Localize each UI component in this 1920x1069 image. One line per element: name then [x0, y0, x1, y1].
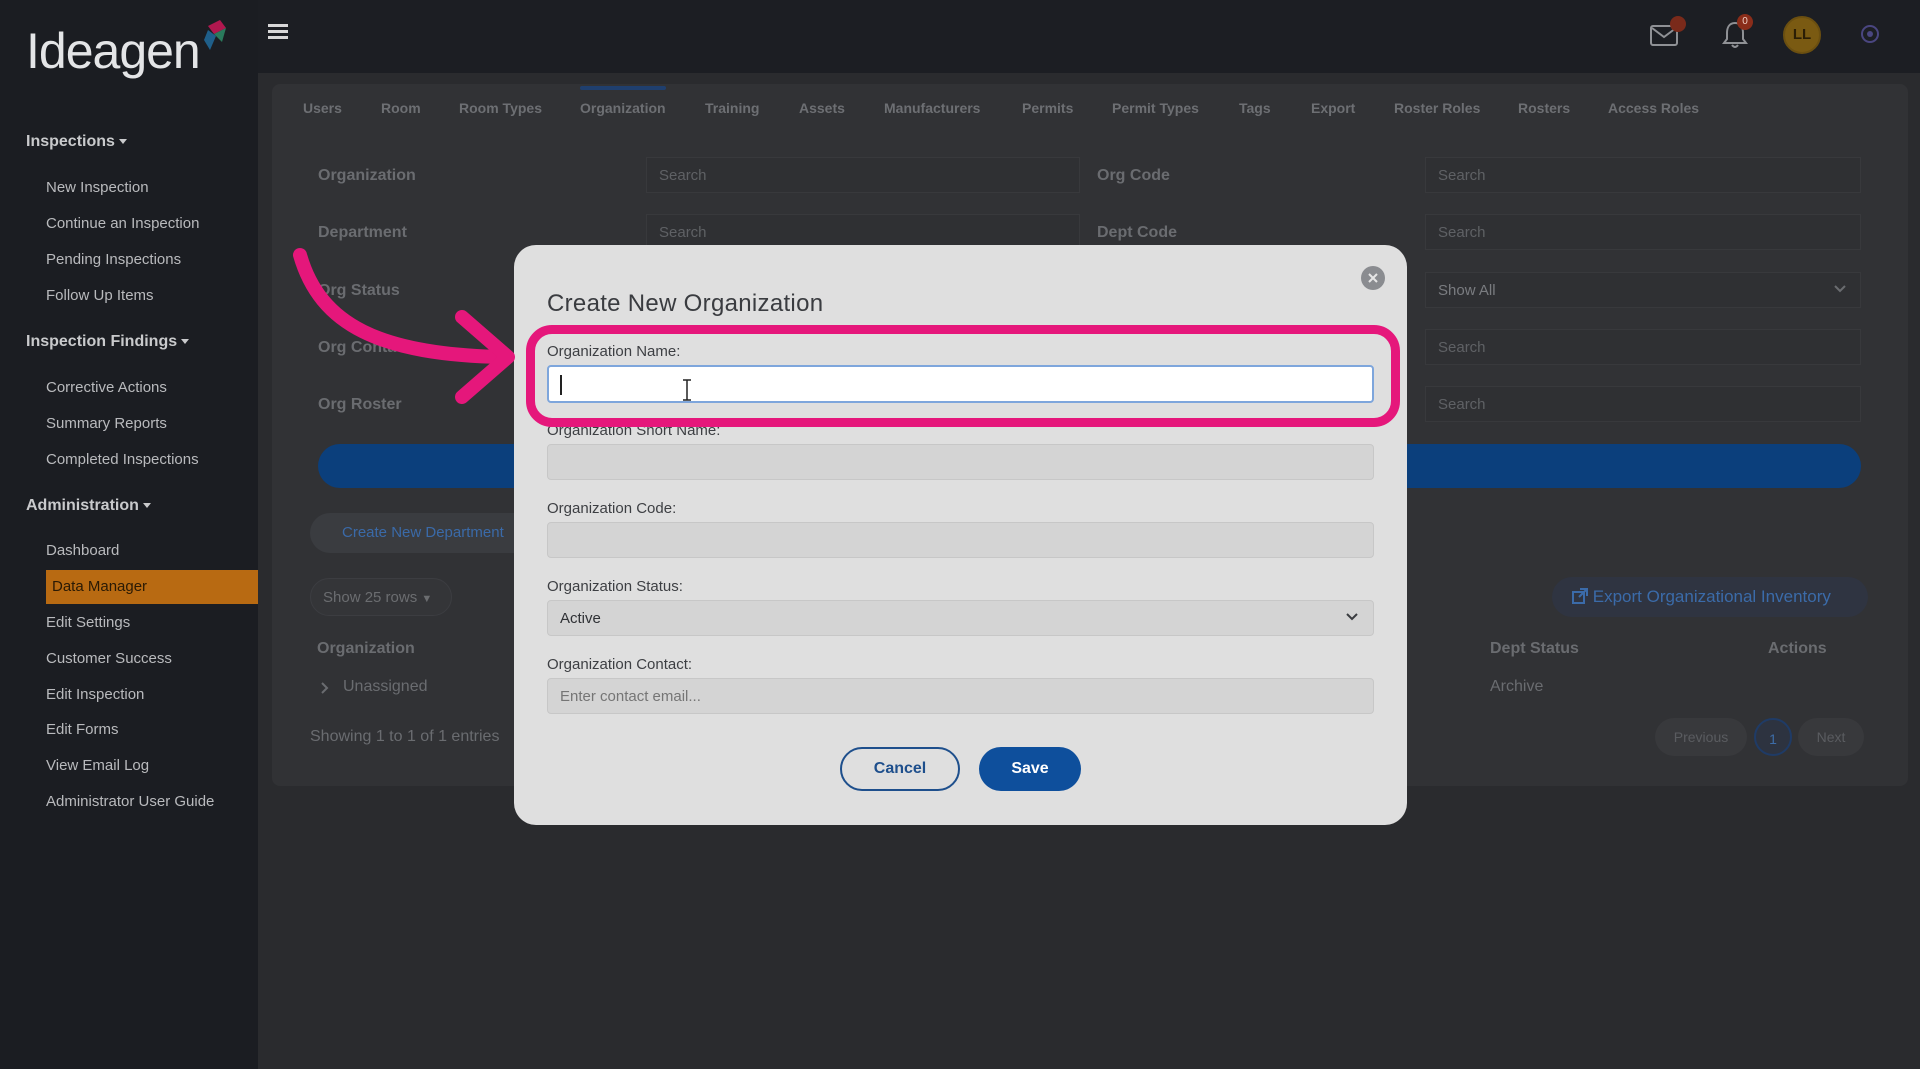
chevron-down-icon — [1346, 613, 1358, 621]
close-icon[interactable] — [1361, 266, 1385, 290]
user-avatar[interactable]: LL — [1783, 16, 1821, 54]
table-cell-dept-status: Archive — [1490, 678, 1544, 695]
sidebar-item-view-email-log[interactable]: View Email Log — [46, 757, 149, 774]
pagination-previous[interactable]: Previous — [1655, 718, 1747, 756]
help-support-icon[interactable] — [1860, 24, 1880, 44]
tab-training[interactable]: Training — [705, 100, 759, 116]
tab-manufacturers[interactable]: Manufacturers — [884, 100, 980, 116]
save-button[interactable]: Save — [979, 747, 1081, 791]
filter-label-organization: Organization — [318, 167, 416, 184]
sidebar-item-completed-inspections[interactable]: Completed Inspections — [46, 451, 199, 468]
tab-assets[interactable]: Assets — [799, 100, 845, 116]
logo: Ideagen — [26, 23, 201, 79]
filter-status-select[interactable]: Show All — [1425, 272, 1861, 308]
org-contact-input[interactable] — [547, 678, 1374, 714]
sidebar-item-edit-inspection[interactable]: Edit Inspection — [46, 686, 144, 703]
column-header-dept-status[interactable]: Dept Status — [1490, 640, 1579, 658]
pagination-next[interactable]: Next — [1798, 718, 1864, 756]
rows-per-page-select[interactable]: Show 25 rows ▼ — [310, 578, 452, 616]
create-new-department-button[interactable]: Create New Department — [310, 513, 536, 553]
sidebar-item-customer-success[interactable]: Customer Success — [46, 650, 172, 667]
sidebar-item-new-inspection[interactable]: New Inspection — [46, 179, 149, 196]
sidebar-section-inspections[interactable]: Inspections — [26, 133, 127, 151]
filter-label-org-code: Org Code — [1097, 167, 1170, 184]
sidebar-section-administration[interactable]: Administration — [26, 497, 151, 515]
filter-org-contact-input[interactable]: Search — [1425, 329, 1861, 365]
tab-permits[interactable]: Permits — [1022, 100, 1073, 116]
sidebar-item-pending-inspections[interactable]: Pending Inspections — [46, 251, 181, 268]
export-icon — [1572, 588, 1588, 604]
active-tab-indicator — [580, 86, 666, 90]
notification-badge: 0 — [1737, 14, 1753, 30]
org-short-name-input[interactable] — [547, 444, 1374, 480]
sidebar-item-continue-inspection[interactable]: Continue an Inspection — [46, 215, 199, 232]
chevron-right-icon[interactable] — [320, 681, 330, 695]
cancel-button[interactable]: Cancel — [840, 747, 960, 791]
table-cell-organization: Unassigned — [343, 678, 428, 695]
filter-organization-input[interactable]: Search — [646, 157, 1080, 193]
modal-title: Create New Organization — [547, 290, 824, 317]
org-code-input[interactable] — [547, 522, 1374, 558]
sidebar-item-follow-up-items[interactable]: Follow Up Items — [46, 287, 154, 304]
tab-rosters[interactable]: Rosters — [1518, 100, 1570, 116]
org-status-select[interactable]: Active — [547, 600, 1374, 636]
org-contact-label: Organization Contact: — [547, 656, 693, 673]
tab-room-types[interactable]: Room Types — [459, 100, 542, 116]
sidebar-item-dashboard[interactable]: Dashboard — [46, 542, 119, 559]
sidebar-item-edit-forms[interactable]: Edit Forms — [46, 721, 119, 738]
column-header-organization[interactable]: Organization — [317, 640, 415, 658]
tab-tags[interactable]: Tags — [1239, 100, 1271, 116]
chevron-down-icon — [1834, 285, 1846, 293]
sidebar-item-data-manager[interactable]: Data Manager — [46, 570, 258, 604]
export-inventory-button[interactable]: Export Organizational Inventory — [1552, 577, 1868, 617]
hamburger-menu-icon[interactable] — [268, 24, 288, 40]
caret-down-icon — [181, 339, 190, 345]
sidebar-item-summary-reports[interactable]: Summary Reports — [46, 415, 167, 432]
annotation-arrow-icon — [293, 248, 515, 404]
logo-mark-icon — [204, 20, 226, 50]
sidebar: Ideagen Inspections New Inspection Conti… — [0, 0, 258, 1069]
sidebar-item-admin-user-guide[interactable]: Administrator User Guide — [46, 793, 214, 810]
sidebar-item-edit-settings[interactable]: Edit Settings — [46, 614, 130, 631]
caret-down-icon — [118, 139, 127, 145]
org-status-label: Organization Status: — [547, 578, 683, 595]
highlight-box — [526, 325, 1400, 427]
pagination-page-1[interactable]: 1 — [1754, 718, 1792, 756]
tab-permit-types[interactable]: Permit Types — [1112, 100, 1199, 116]
sidebar-item-corrective-actions[interactable]: Corrective Actions — [46, 379, 167, 396]
tab-users[interactable]: Users — [303, 100, 342, 116]
sidebar-section-inspection-findings[interactable]: Inspection Findings — [26, 333, 190, 351]
filter-org-roster-input[interactable]: Search — [1425, 386, 1861, 422]
entries-info: Showing 1 to 1 of 1 entries — [310, 728, 500, 745]
tab-export[interactable]: Export — [1311, 100, 1355, 116]
filter-label-department: Department — [318, 224, 407, 241]
tab-access-roles[interactable]: Access Roles — [1608, 100, 1699, 116]
column-header-actions: Actions — [1768, 640, 1827, 657]
org-code-label: Organization Code: — [547, 500, 677, 517]
filter-dept-code-input[interactable]: Search — [1425, 214, 1861, 250]
tab-roster-roles[interactable]: Roster Roles — [1394, 100, 1480, 116]
filter-label-dept-code: Dept Code — [1097, 224, 1177, 241]
mail-badge — [1670, 16, 1686, 32]
tab-organization[interactable]: Organization — [580, 100, 666, 116]
tab-room[interactable]: Room — [381, 100, 421, 116]
filter-org-code-input[interactable]: Search — [1425, 157, 1861, 193]
caret-down-icon — [142, 503, 151, 509]
